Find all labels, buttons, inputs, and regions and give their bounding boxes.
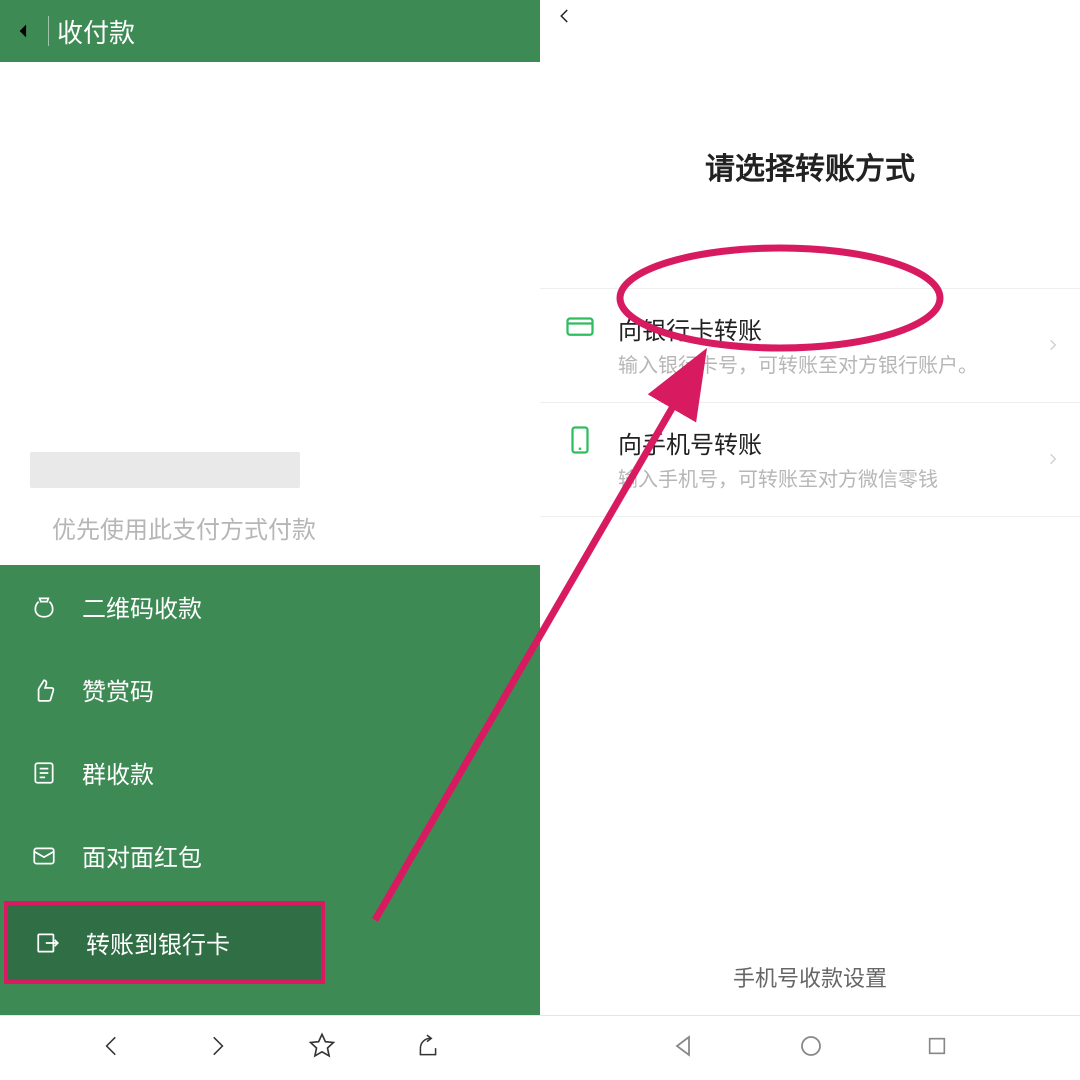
- option-bank-card[interactable]: 向银行卡转账 输入银行卡号，可转账至对方银行账户。: [540, 289, 1080, 403]
- phone-collect-settings[interactable]: 手机号收款设置: [540, 961, 1080, 1015]
- share-icon[interactable]: [415, 1033, 441, 1064]
- transfer-out-icon: [32, 927, 64, 959]
- android-back-icon[interactable]: [672, 1034, 696, 1063]
- browser-actions: [0, 1032, 540, 1065]
- back-button[interactable]: [10, 20, 44, 42]
- envelope-icon: [28, 840, 60, 872]
- menu-qr-collect[interactable]: 二维码收款: [0, 565, 540, 648]
- menu-transfer-bank-highlighted[interactable]: 转账到银行卡: [4, 901, 325, 984]
- thumbs-up-icon: [28, 674, 60, 706]
- android-nav: [540, 1034, 1080, 1063]
- menu-label: 面对面红包: [82, 838, 202, 873]
- phone-icon: [560, 425, 600, 465]
- right-top-bar: [540, 0, 1080, 36]
- option-label: 向手机号转账: [618, 425, 1060, 460]
- card-icon: [560, 311, 600, 351]
- option-label: 向银行卡转账: [618, 311, 1060, 346]
- option-phone[interactable]: 向手机号转账 输入手机号，可转账至对方微信零钱: [540, 403, 1080, 517]
- android-recent-icon[interactable]: [926, 1035, 948, 1062]
- payment-menu: 二维码收款 赞赏码 群收款 面对面红包: [0, 565, 540, 1015]
- payment-method-placeholder[interactable]: [30, 452, 300, 488]
- left-content: 优先使用此支付方式付款: [0, 62, 540, 565]
- receipt-icon: [28, 757, 60, 789]
- option-desc: 输入手机号，可转账至对方微信零钱: [618, 466, 1060, 494]
- left-header-title: 收付款: [57, 13, 135, 50]
- android-home-icon[interactable]: [799, 1034, 823, 1063]
- back-chevron-icon[interactable]: [556, 2, 574, 35]
- chevron-right-icon: [1046, 338, 1062, 354]
- menu-group-collect[interactable]: 群收款: [0, 731, 540, 814]
- menu-reward-code[interactable]: 赞赏码: [0, 648, 540, 731]
- system-nav-bar: [0, 1015, 1080, 1080]
- pouch-icon: [28, 591, 60, 623]
- menu-label: 转账到银行卡: [86, 925, 230, 960]
- right-title: 请选择转账方式: [540, 144, 1080, 188]
- left-screen: 收付款 优先使用此支付方式付款 二维码收款 赞赏码: [0, 0, 540, 1015]
- right-screen: 请选择转账方式 向银行卡转账 输入银行卡号，可转账至对方银行账户。: [540, 0, 1080, 1015]
- nav-back-icon[interactable]: [99, 1033, 125, 1064]
- header-divider: [48, 16, 49, 46]
- menu-label: 二维码收款: [82, 589, 202, 624]
- menu-label: 群收款: [82, 755, 154, 790]
- option-desc: 输入银行卡号，可转账至对方银行账户。: [618, 352, 1060, 380]
- left-header: 收付款: [0, 0, 540, 62]
- menu-label: 赞赏码: [82, 672, 154, 707]
- payment-hint: 优先使用此支付方式付款: [52, 510, 540, 545]
- star-icon[interactable]: [308, 1032, 336, 1065]
- nav-forward-icon[interactable]: [204, 1033, 230, 1064]
- menu-face-redpacket[interactable]: 面对面红包: [0, 814, 540, 897]
- transfer-options: 向银行卡转账 输入银行卡号，可转账至对方银行账户。 向手机号转账 输入手机号，可…: [540, 288, 1080, 517]
- chevron-right-icon: [1046, 452, 1062, 468]
